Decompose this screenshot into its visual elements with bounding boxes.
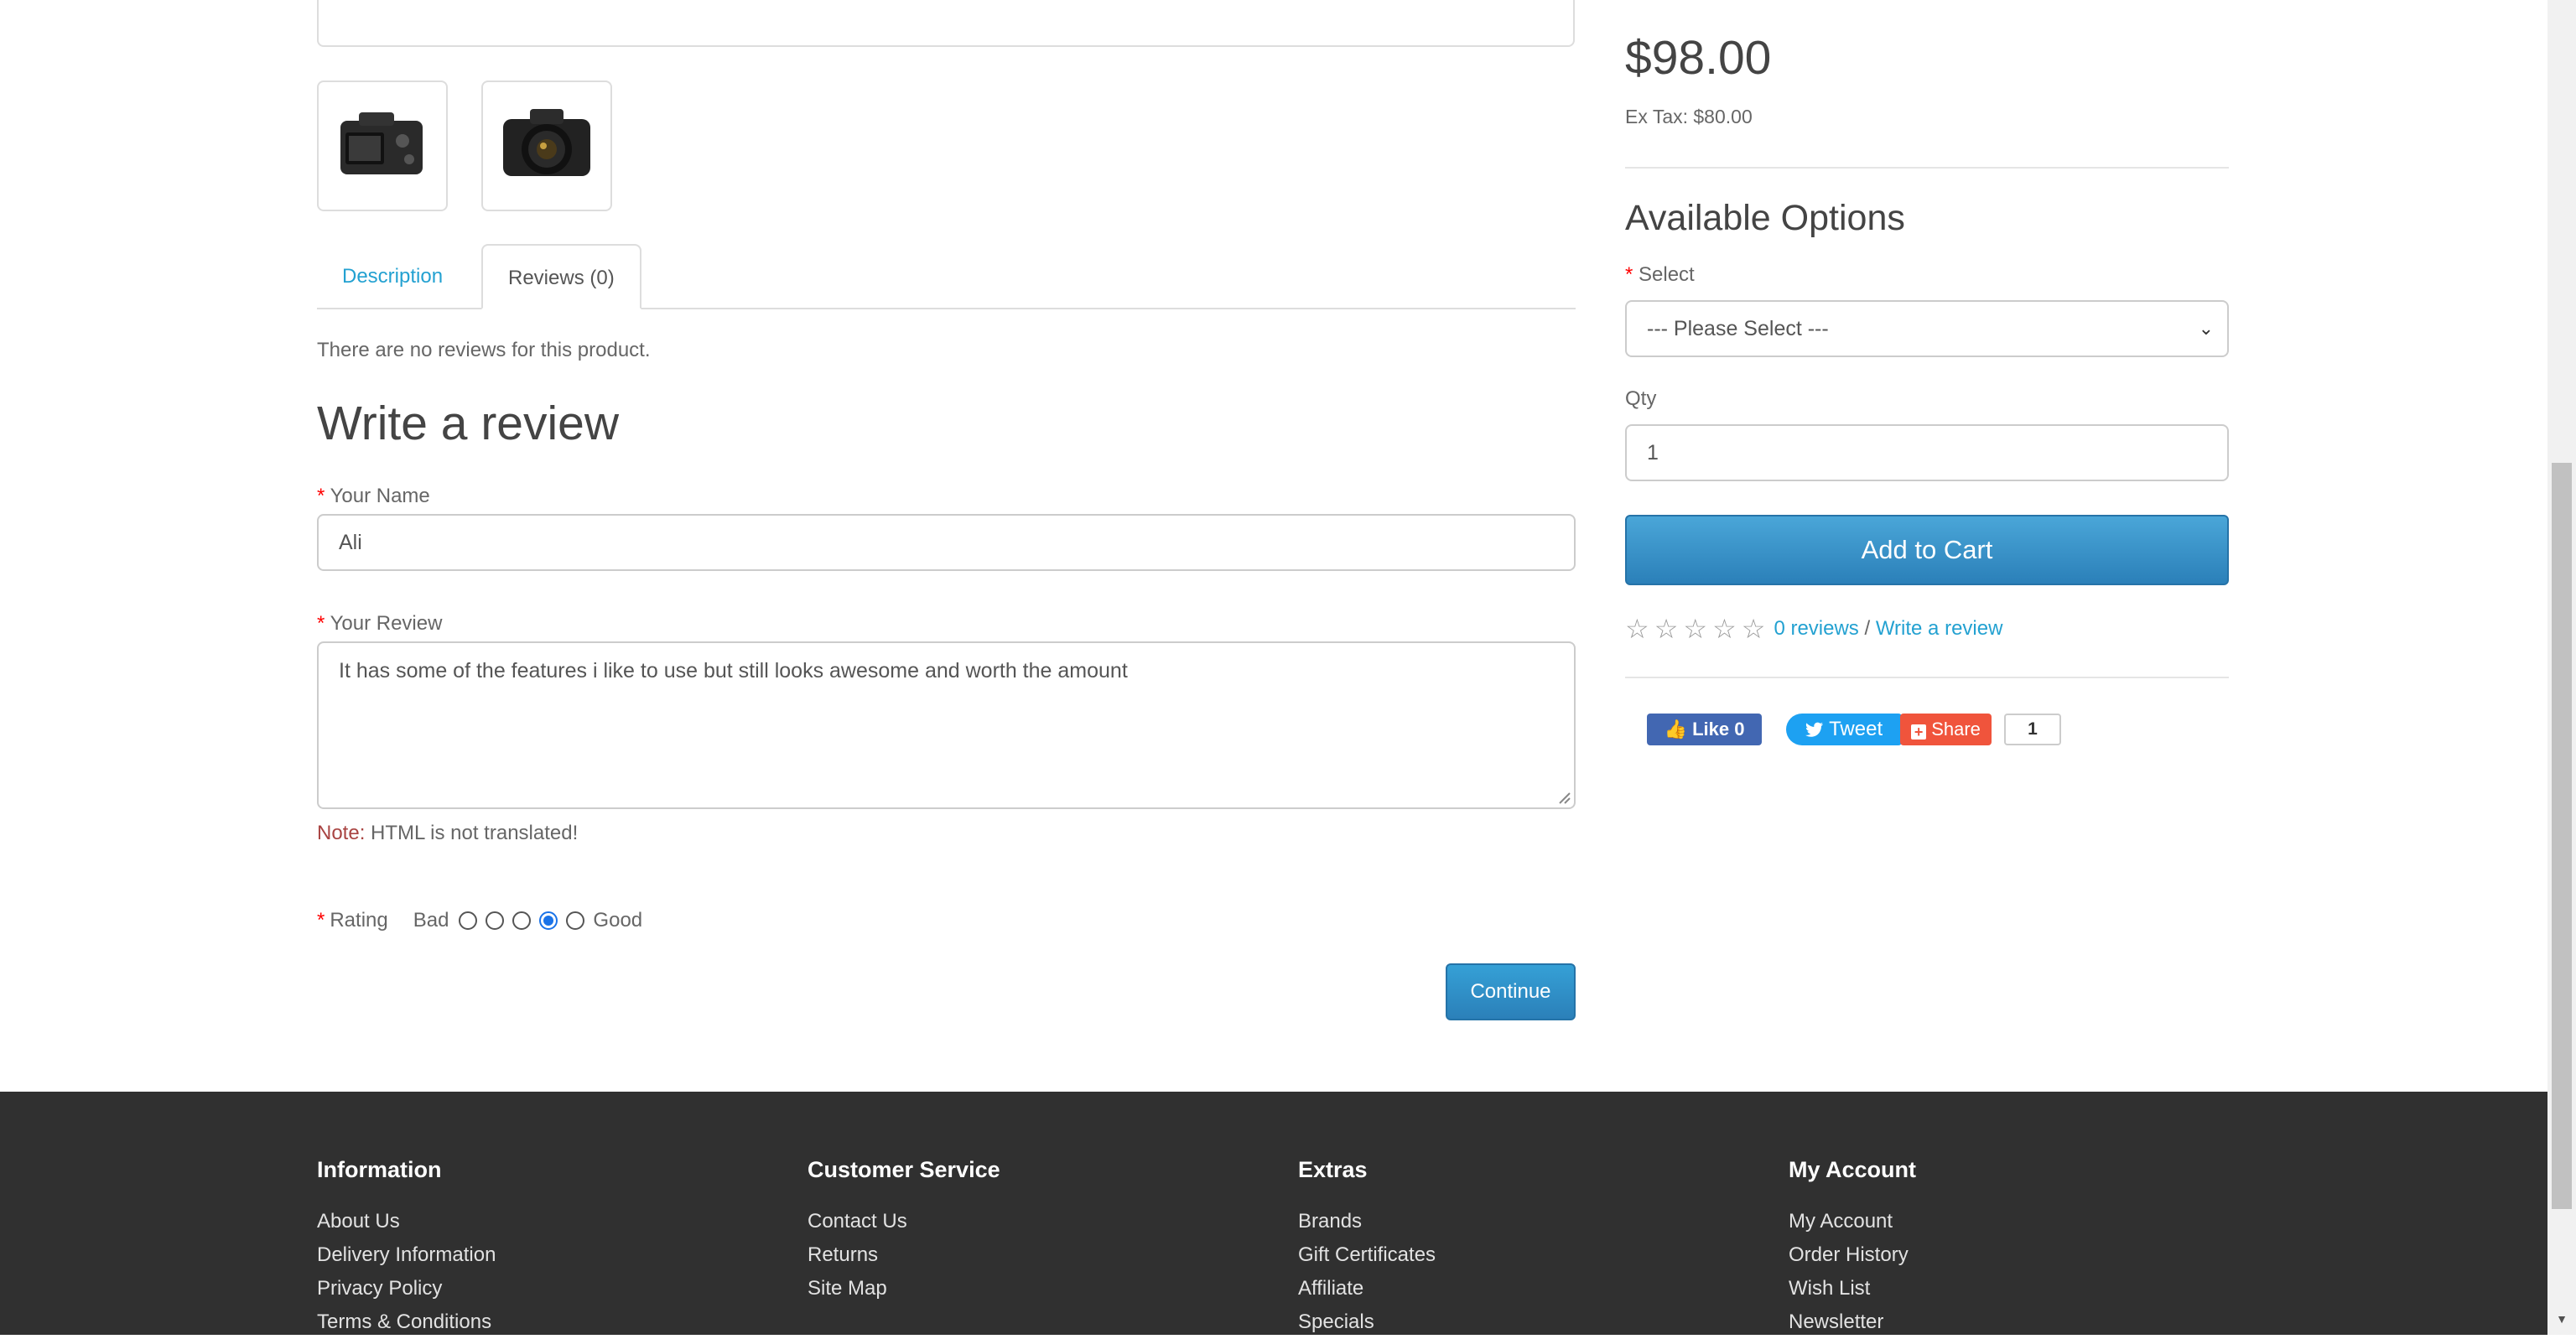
footer-column-extras: Extras Brands Gift Certificates Affiliat… (1298, 1157, 1436, 1339)
rating-radio-3[interactable] (512, 911, 532, 930)
separator: / (1858, 617, 1876, 640)
footer-column-customer-service: Customer Service Contact Us Returns Site… (808, 1157, 1000, 1305)
your-review-label-text: Your Review (330, 612, 443, 635)
footer-link-site-map[interactable]: Site Map (808, 1272, 1000, 1305)
rating-summary: ☆ ☆ ☆ ☆ ☆ 0 reviews / Write a review (1625, 614, 2002, 644)
footer-heading: My Account (1789, 1157, 1917, 1182)
option-select-value: --- Please Select --- (1647, 317, 1829, 340)
footer-link-privacy-policy[interactable]: Privacy Policy (317, 1272, 496, 1305)
required-mark: * (317, 909, 325, 932)
footer-link-contact-us[interactable]: Contact Us (808, 1205, 1000, 1238)
textarea-resize-handle-icon[interactable] (1556, 790, 1571, 805)
footer-link-brands[interactable]: Brands (1298, 1205, 1436, 1238)
chevron-down-icon: ⌄ (2198, 318, 2214, 339)
camera-back-thumbnail (340, 112, 423, 174)
footer-column-information: Information About Us Delivery Informatio… (317, 1157, 496, 1339)
thumbs-up-icon: 👍 (1664, 719, 1687, 740)
tab-reviews[interactable]: Reviews (0) (481, 244, 641, 309)
available-options-heading: Available Options (1625, 198, 1905, 238)
tweet-label: Tweet (1829, 718, 1883, 740)
product-price: $98.00 (1625, 31, 1772, 85)
your-review-textarea[interactable]: It has some of the features i like to us… (317, 641, 1576, 809)
footer-link-delivery-information[interactable]: Delivery Information (317, 1238, 496, 1272)
qty-input[interactable]: 1 (1625, 424, 2229, 481)
footer-heading: Extras (1298, 1157, 1368, 1182)
footer-column-my-account: My Account My Account Order History Wish… (1789, 1157, 1916, 1339)
rating-label: Rating (330, 909, 388, 932)
footer-link-terms-conditions[interactable]: Terms & Conditions (317, 1305, 496, 1339)
share-count-badge: 1 (2004, 714, 2061, 745)
facebook-like-button[interactable]: 👍 Like 0 (1647, 714, 1762, 745)
your-name-label: * Your Name (317, 485, 430, 508)
twitter-tweet-button[interactable]: Tweet (1786, 714, 1902, 745)
star-empty-icon: ☆ (1712, 614, 1737, 644)
rating-bad-label: Bad (413, 909, 449, 932)
select-label-text: Select (1639, 263, 1695, 286)
plus-square-icon: + (1911, 724, 1927, 740)
rating-radio-2[interactable] (486, 911, 505, 930)
rating-radio-5[interactable] (566, 911, 585, 930)
star-empty-icon: ☆ (1683, 614, 1708, 644)
continue-button[interactable]: Continue (1446, 963, 1576, 1020)
footer-heading: Information (317, 1157, 442, 1182)
twitter-bird-icon (1805, 722, 1823, 737)
rating-good-label: Good (593, 909, 643, 932)
scroll-down-arrow-icon[interactable]: ▼ (2553, 1310, 2571, 1328)
footer-link-specials[interactable]: Specials (1298, 1305, 1436, 1339)
rating-radio-4[interactable] (539, 911, 558, 930)
qty-label: Qty (1625, 387, 1657, 410)
camera-front-thumbnail (503, 109, 590, 176)
footer-link-my-account[interactable]: My Account (1789, 1205, 1916, 1238)
write-review-heading: Write a review (317, 397, 620, 450)
select-label: * Select (1625, 263, 1695, 287)
ex-tax-price: Ex Tax: $80.00 (1625, 106, 1753, 127)
product-thumbnail-camera-back[interactable] (317, 80, 448, 211)
footer-link-gift-certificates[interactable]: Gift Certificates (1298, 1238, 1436, 1272)
product-thumbnail-camera-front[interactable] (481, 80, 612, 211)
your-name-label-text: Your Name (330, 485, 430, 507)
required-mark: * (317, 485, 325, 507)
no-reviews-text: There are no reviews for this product. (317, 339, 651, 361)
note-text: HTML is not translated! (365, 822, 579, 844)
share-label: Share (1931, 719, 1981, 740)
tab-description[interactable]: Description (317, 244, 468, 309)
footer-link-wish-list[interactable]: Wish List (1789, 1272, 1916, 1305)
rating-radio-1[interactable] (459, 911, 478, 930)
footer-link-order-history[interactable]: Order History (1789, 1238, 1916, 1272)
html-note: Note: HTML is not translated! (317, 822, 578, 845)
write-review-link[interactable]: Write a review (1876, 617, 2003, 641)
facebook-like-label: Like 0 (1692, 719, 1745, 740)
footer-link-about-us[interactable]: About Us (317, 1205, 496, 1238)
star-empty-icon: ☆ (1625, 614, 1649, 644)
star-empty-icon: ☆ (1654, 614, 1679, 644)
add-to-cart-button[interactable]: Add to Cart (1625, 515, 2229, 585)
required-mark: * (317, 612, 325, 635)
star-empty-icon: ☆ (1741, 614, 1766, 644)
footer-link-newsletter[interactable]: Newsletter (1789, 1305, 1916, 1339)
note-label: Note: (317, 822, 366, 844)
footer-link-affiliate[interactable]: Affiliate (1298, 1272, 1436, 1305)
share-button[interactable]: + Share (1900, 714, 1992, 745)
divider (1625, 167, 2229, 169)
required-mark: * (1625, 263, 1633, 286)
main-product-image-frame[interactable] (317, 0, 1575, 47)
footer-heading: Customer Service (808, 1157, 1000, 1182)
reviews-count-link[interactable]: 0 reviews (1774, 617, 1858, 641)
scrollbar-thumb[interactable] (2552, 463, 2572, 1209)
your-name-input[interactable]: Ali (317, 514, 1576, 571)
option-select-dropdown[interactable]: --- Please Select --- ⌄ (1625, 300, 2229, 357)
rating-row: * Rating Bad Good (317, 906, 642, 936)
footer-link-returns[interactable]: Returns (808, 1238, 1000, 1272)
divider (1625, 677, 2229, 678)
your-review-label: * Your Review (317, 612, 442, 636)
